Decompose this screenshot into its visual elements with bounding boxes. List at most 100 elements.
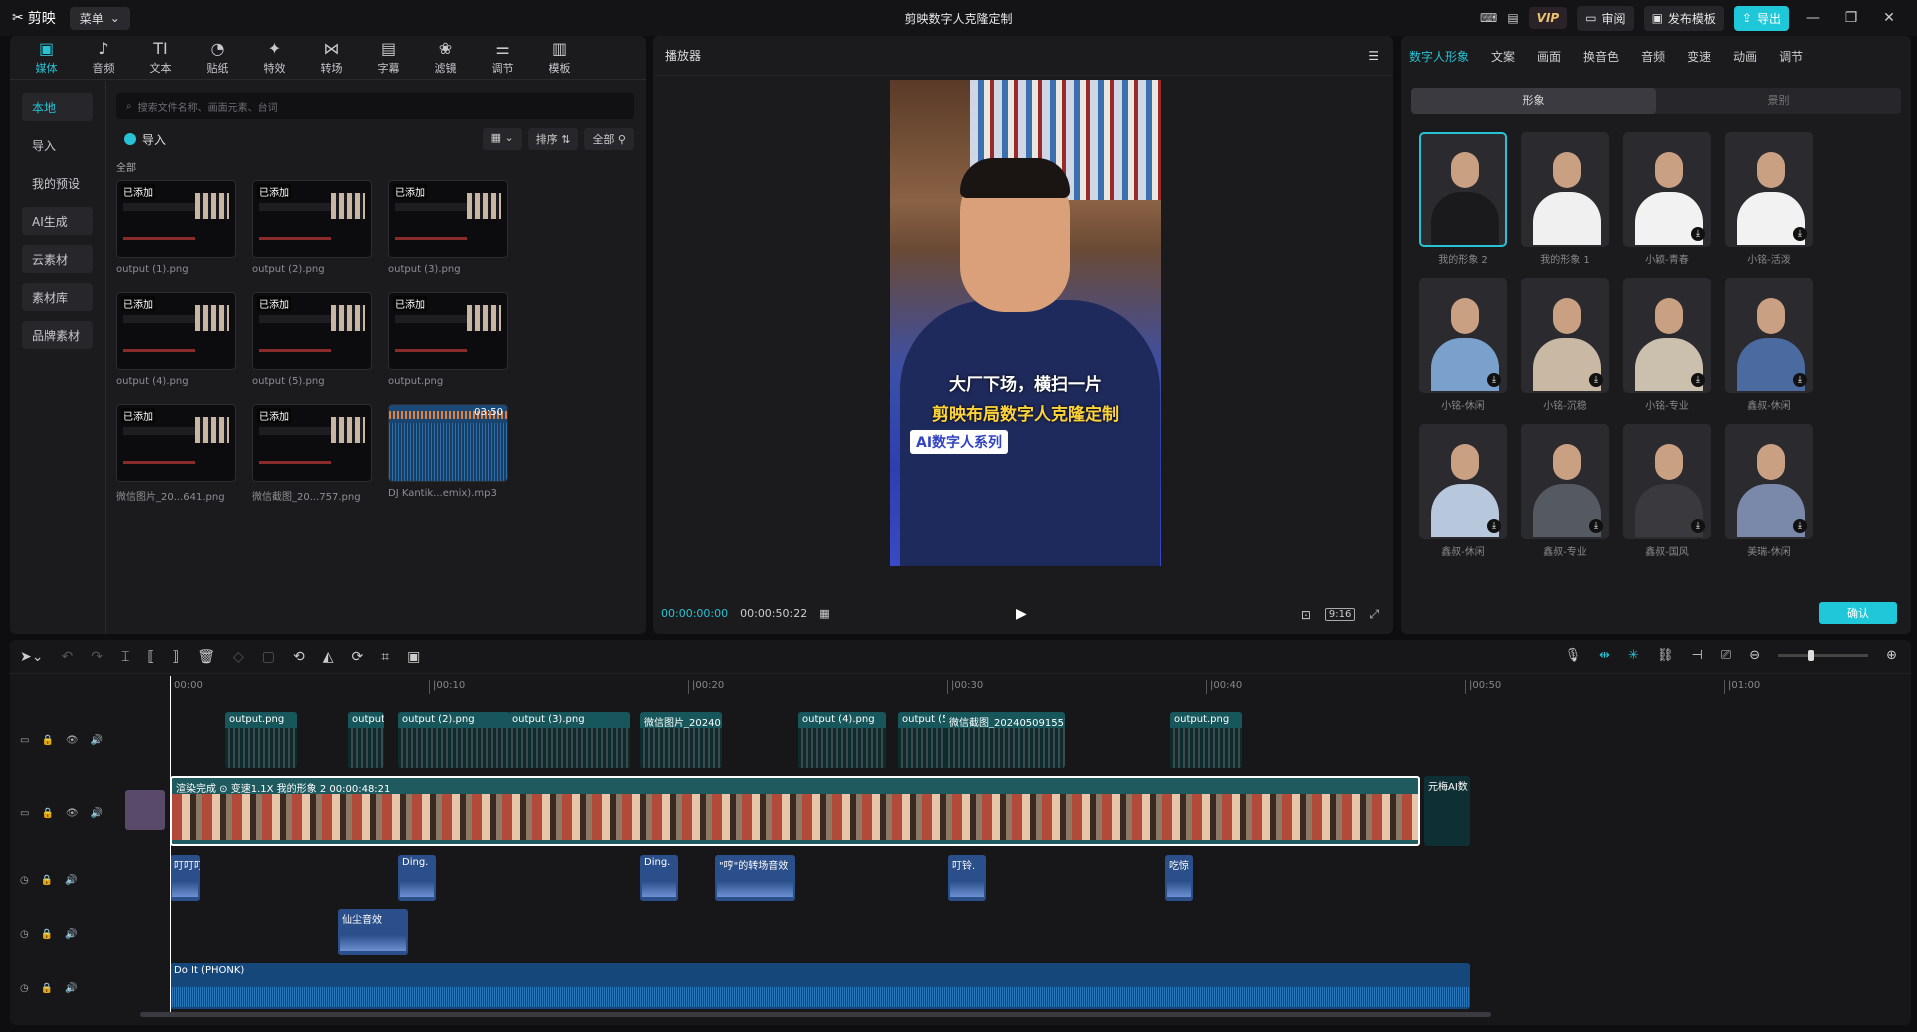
tab-subtitle[interactable]: ▤ 字幕	[360, 36, 417, 79]
timeline-scrollbar[interactable]	[140, 1012, 1491, 1017]
sort-button[interactable]: 排序 ⇅	[527, 128, 579, 150]
download-icon[interactable]: ⤓	[1487, 519, 1501, 533]
media-thumbnail[interactable]: 已添加	[388, 180, 508, 258]
crop-icon[interactable]: ⌗	[381, 649, 389, 665]
avatar-image[interactable]	[1521, 132, 1609, 247]
timecode-grid-icon[interactable]: ▦	[819, 607, 829, 620]
export-button[interactable]: ⇪ 导出	[1733, 5, 1789, 31]
prop-tab[interactable]: 数字人形象	[1409, 48, 1469, 65]
avatar-image[interactable]: ⤓	[1521, 278, 1609, 393]
vip-badge[interactable]: VIP	[1528, 7, 1568, 29]
media-item[interactable]: 03:50 DJ Kantik...emix).mp3	[388, 404, 510, 516]
image-clip[interactable]: output (2).png	[398, 712, 510, 768]
media-thumbnail[interactable]: 已添加	[116, 292, 236, 370]
media-item[interactable]: 已添加 output (5).png	[252, 292, 374, 404]
review-button[interactable]: ▭ 审阅	[1577, 5, 1634, 31]
sidebar-item-5[interactable]: 素材库	[22, 283, 93, 311]
microphone-icon[interactable]: 🎙	[1565, 648, 1582, 663]
focus-icon[interactable]: ⊡	[1301, 608, 1311, 622]
speaker-icon[interactable]: 🔊	[65, 875, 77, 886]
zoom-slider-knob[interactable]	[1808, 650, 1815, 661]
track-cover-icon[interactable]: ▭	[20, 808, 29, 819]
lock-icon[interactable]: 🔒	[41, 808, 53, 819]
avatar-card[interactable]: 我的形象 2	[1419, 132, 1507, 270]
download-icon[interactable]: ⤓	[1793, 227, 1807, 241]
avatar-card[interactable]: 我的形象 1	[1521, 132, 1609, 270]
media-thumbnail[interactable]: 已添加	[116, 404, 236, 482]
sfx-clip[interactable]: 叮叮叮	[170, 855, 200, 901]
avatar-image[interactable]: ⤓	[1623, 132, 1711, 247]
zoom-in-icon[interactable]: ⊕	[1886, 648, 1897, 663]
avatar-image[interactable]: ⤓	[1623, 278, 1711, 393]
speaker-icon[interactable]: 🔊	[65, 983, 77, 994]
avatar-card[interactable]: ⤓ 鑫叔-专业	[1521, 424, 1609, 562]
prop-tab[interactable]: 调节	[1779, 48, 1803, 65]
avatar-image[interactable]: ⤓	[1419, 424, 1507, 539]
download-icon[interactable]: ⤓	[1691, 519, 1705, 533]
tab-template[interactable]: ▥ 模板	[531, 36, 588, 79]
music-clip[interactable]: Do It (PHONK)	[170, 963, 1470, 1009]
avatar-image[interactable]: ⤓	[1725, 132, 1813, 247]
captions-icon[interactable]: ⎚	[1721, 648, 1731, 663]
sfx-clip[interactable]: Ding.	[640, 855, 678, 901]
sidebar-item-3[interactable]: AI生成	[22, 207, 93, 235]
download-icon[interactable]: ⤓	[1691, 373, 1705, 387]
media-thumbnail[interactable]: 03:50	[388, 404, 508, 482]
reverse-icon[interactable]: ⟲	[293, 649, 305, 665]
avatar-card[interactable]: ⤓ 美瑞-休闲	[1725, 424, 1813, 562]
clock-icon[interactable]: ◷	[20, 929, 29, 940]
tab-media[interactable]: ▣ 媒体	[18, 36, 75, 79]
playhead[interactable]	[170, 676, 171, 1016]
layout-icon[interactable]: ▤	[1507, 11, 1518, 25]
preview-axis-icon[interactable]: ⊣	[1691, 648, 1702, 663]
media-item[interactable]: 已添加 微信截图_20...757.png	[252, 404, 374, 516]
prop-tab[interactable]: 变速	[1687, 48, 1711, 65]
sfx-clip[interactable]: 吃惊	[1165, 855, 1193, 901]
prop-tab[interactable]: 换音色	[1583, 48, 1619, 65]
zoom-out-icon[interactable]: ⊖	[1749, 648, 1760, 663]
image-clip[interactable]: output (3).png	[508, 712, 630, 768]
lock-icon[interactable]: 🔒	[41, 929, 53, 940]
play-button[interactable]: ▶	[1016, 606, 1027, 622]
mirror-icon[interactable]: ◭	[323, 649, 334, 665]
download-icon[interactable]: ⤓	[1589, 373, 1603, 387]
confirm-button[interactable]: 确认	[1819, 602, 1897, 624]
view-toggle-icon[interactable]: ▦ ⌄	[482, 128, 522, 150]
image-clip[interactable]: output (4).png	[798, 712, 886, 768]
link-icon[interactable]: ⛓	[1657, 648, 1674, 663]
undo-icon[interactable]: ↶	[61, 649, 73, 665]
prop-tab[interactable]: 画面	[1537, 48, 1561, 65]
hamburger-icon[interactable]: ☰	[1368, 49, 1379, 63]
select-tool-icon[interactable]: ➤⌄	[20, 649, 43, 665]
tab-text[interactable]: TI 文本	[132, 36, 189, 79]
clock-icon[interactable]: ◷	[20, 983, 29, 994]
media-thumbnail[interactable]: 已添加	[116, 180, 236, 258]
sfx-clip[interactable]: 仙尘音效	[338, 909, 408, 955]
ratio-button[interactable]: 9:16	[1324, 608, 1356, 621]
lock-icon[interactable]: 🔒	[41, 735, 53, 746]
sfx-clip[interactable]: Ding.	[398, 855, 436, 901]
media-item[interactable]: 已添加 output (3).png	[388, 180, 510, 292]
main-track-magnet-icon[interactable]: ⇹	[1599, 648, 1610, 663]
main-video-clip[interactable]: 渲染完成 ⊙ 变速1.1X 我的形象 2 00:00:48:21	[170, 776, 1420, 846]
tab-sticker[interactable]: ◔ 贴纸	[189, 36, 246, 79]
avatar-card[interactable]: ⤓ 鑫叔-国风	[1623, 424, 1711, 562]
clock-icon[interactable]: ◷	[20, 875, 29, 886]
shield-icon[interactable]: ◇	[233, 649, 244, 665]
sidebar-item-0[interactable]: 本地	[22, 93, 93, 121]
fullscreen-icon[interactable]: ⤢	[1369, 607, 1379, 622]
download-icon[interactable]: ⤓	[1589, 519, 1603, 533]
media-thumbnail[interactable]: 已添加	[388, 292, 508, 370]
lock-icon[interactable]: 🔒	[41, 983, 53, 994]
avatar-card[interactable]: ⤓ 小铭-活泼	[1725, 132, 1813, 270]
media-item[interactable]: 已添加 output.png	[388, 292, 510, 404]
sidebar-item-2[interactable]: 我的预设	[22, 169, 93, 197]
avatar-card[interactable]: ⤓ 鑫叔-休闲	[1725, 278, 1813, 416]
cover-thumbnail[interactable]	[125, 790, 165, 830]
track-cover-icon[interactable]: ▭	[20, 735, 29, 746]
tab-adjust[interactable]: ⚌ 调节	[474, 36, 531, 79]
download-icon[interactable]: ⤓	[1487, 373, 1501, 387]
download-icon[interactable]: ⤓	[1691, 227, 1705, 241]
media-item[interactable]: 已添加 output (2).png	[252, 180, 374, 292]
seg-option[interactable]: 形象	[1411, 88, 1656, 114]
